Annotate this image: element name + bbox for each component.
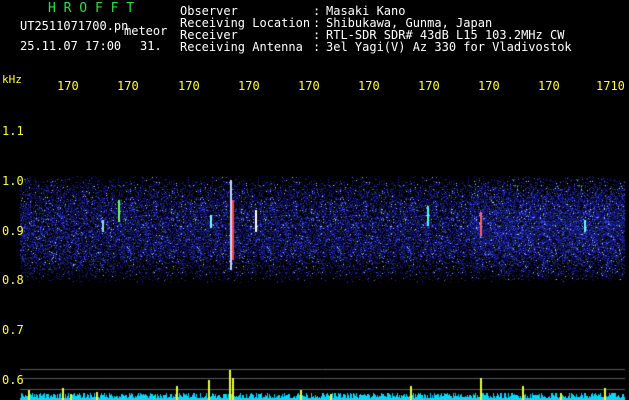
antenna-sep: :	[313, 40, 321, 54]
y-unit-label: kHz	[2, 73, 22, 86]
x-tick-label: 170	[358, 79, 380, 93]
datetime-label: 25.11.07 17:00	[20, 39, 122, 53]
x-tick-label: 1710	[596, 79, 625, 93]
y-tick-label: 0.9	[2, 224, 24, 238]
x-tick-label: 170	[478, 79, 500, 93]
spectrogram-canvas	[0, 0, 629, 400]
frame-label: 31.	[140, 39, 162, 53]
y-tick-label: 1.0	[2, 174, 24, 188]
filename-label: UT2511071700.pn	[20, 19, 129, 33]
x-tick-label: 170	[57, 79, 79, 93]
y-tick-label: 1.1	[2, 124, 24, 138]
x-tick-label: 170	[178, 79, 200, 93]
mode-label: meteor	[124, 24, 168, 38]
x-tick-label: 170	[538, 79, 560, 93]
y-tick-label: 0.6	[2, 373, 24, 387]
y-tick-label: 0.8	[2, 273, 24, 287]
antenna-label: Receiving Antenna	[180, 40, 303, 54]
x-tick-label: 170	[298, 79, 320, 93]
x-tick-label: 170	[418, 79, 440, 93]
x-tick-label: 170	[117, 79, 139, 93]
brand-title: H R O F F T	[48, 1, 135, 16]
x-tick-label: 170	[238, 79, 260, 93]
antenna-value: 3el Yagi(V) Az 330 for Vladivostok	[326, 40, 572, 54]
y-tick-label: 0.7	[2, 323, 24, 337]
